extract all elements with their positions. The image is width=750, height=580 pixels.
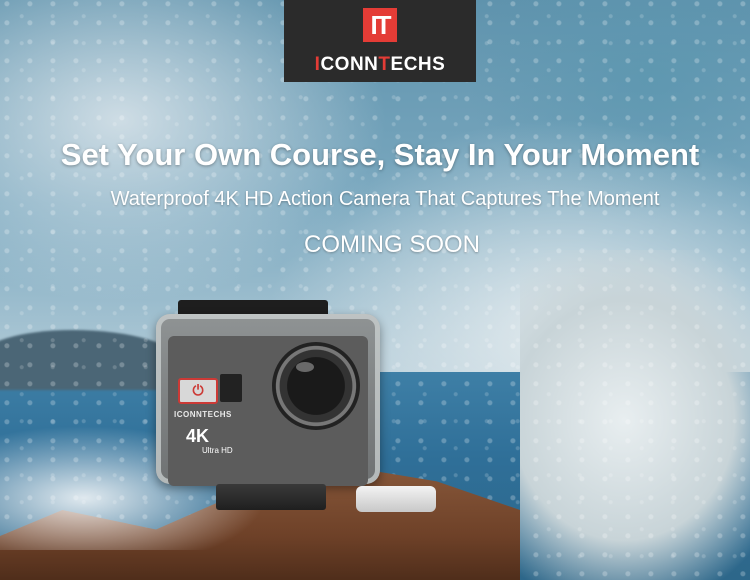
power-icon: ⏻ — [178, 378, 218, 404]
logo-letters-conn: CONN — [320, 54, 379, 75]
camera-housing: ⏻ ICONNTECHS 4K Ultra HD — [156, 314, 380, 486]
resolution-badge: 4K — [186, 426, 210, 446]
lens-glint — [296, 362, 314, 372]
coming-soon-label: COMING SOON — [303, 231, 480, 258]
brand-logo[interactable]: IT ICONNTECHS — [284, 0, 476, 82]
logo-wordmark: ICONNTECHS — [315, 55, 446, 75]
hero-banner: IT ICONNTECHS Set Your Own Course, Stay … — [0, 0, 750, 580]
camera-status-screen — [220, 374, 242, 402]
headline: Set Your Own Course, Stay In Your Moment — [60, 137, 700, 172]
logo-letter-t: T — [378, 54, 391, 75]
logo-mark: IT — [363, 8, 397, 42]
mount-clip — [356, 486, 436, 512]
subheadline: Waterproof 4K HD Action Camera That Capt… — [110, 188, 660, 210]
action-camera-image: ⏻ ICONNTECHS 4K Ultra HD — [156, 300, 436, 512]
camera-mount — [216, 484, 326, 510]
camera-brand-text: ICONNTECHS — [174, 410, 232, 419]
camera-lens — [272, 342, 360, 430]
resolution-subtext: Ultra HD — [202, 446, 233, 455]
logo-letters-echs: ECHS — [390, 54, 446, 75]
